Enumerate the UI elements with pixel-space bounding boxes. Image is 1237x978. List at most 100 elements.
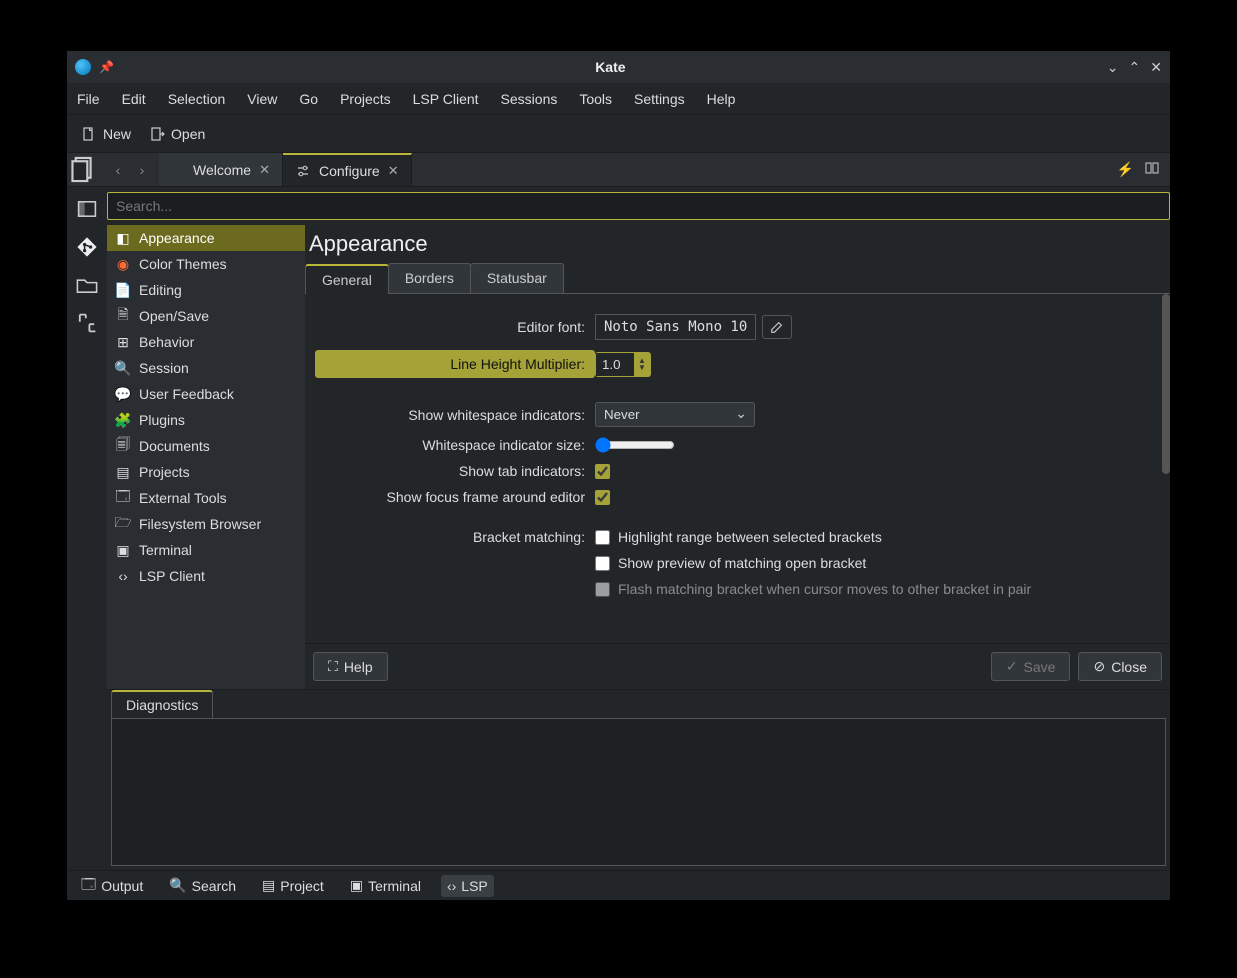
tab-configure[interactable]: Configure ✕ — [283, 153, 412, 186]
configure-tab-icon — [295, 163, 311, 179]
sb-terminal[interactable]: ▣Terminal — [344, 874, 427, 897]
sidebar-item-terminal[interactable]: ▣Terminal — [107, 537, 305, 563]
search-input[interactable] — [107, 192, 1170, 220]
nav-back-button[interactable]: ‹ — [107, 162, 129, 178]
subtab-general[interactable]: General — [305, 264, 389, 294]
bracket-highlight-checkbox[interactable] — [595, 530, 610, 545]
tab-indicators-checkbox[interactable] — [595, 464, 610, 479]
sidebar-item-color-themes[interactable]: ◉Color Themes — [107, 251, 305, 277]
sidebar-item-editing[interactable]: 📄Editing — [107, 277, 305, 303]
pin-icon[interactable]: 📌 — [99, 60, 114, 74]
bracket-preview-checkbox[interactable] — [595, 556, 610, 571]
sidebar-item-documents[interactable]: 🗐Documents — [107, 433, 305, 459]
subtab-borders[interactable]: Borders — [388, 263, 471, 293]
nav-forward-button[interactable]: › — [131, 162, 153, 178]
sidebar-item-user-feedback[interactable]: 💬User Feedback — [107, 381, 305, 407]
edit-font-button[interactable] — [762, 315, 792, 339]
menu-lsp-client[interactable]: LSP Client — [413, 91, 479, 107]
color-themes-icon: ◉ — [115, 256, 131, 272]
sidebar-item-projects[interactable]: ▤Projects — [107, 459, 305, 485]
menubar: File Edit Selection View Go Projects LSP… — [67, 83, 1170, 115]
new-file-icon — [81, 126, 97, 142]
plugins-icon: 🧩 — [115, 412, 131, 428]
left-toolbar — [67, 187, 107, 870]
sb-output[interactable]: 🗔Output — [75, 871, 149, 901]
check-icon: ✓ — [1006, 658, 1018, 675]
line-height-spinner[interactable]: ▲▼ — [595, 352, 651, 377]
app-icon — [75, 59, 91, 75]
close-tab-configure[interactable]: ✕ — [388, 163, 399, 179]
appearance-icon: ◧ — [115, 230, 131, 246]
close-tab-welcome[interactable]: ✕ — [259, 162, 270, 178]
menu-view[interactable]: View — [247, 91, 277, 107]
menu-file[interactable]: File — [77, 91, 100, 107]
menu-selection[interactable]: Selection — [168, 91, 226, 107]
toolbar: New Open — [67, 115, 1170, 153]
whitespace-size-label: Whitespace indicator size: — [315, 437, 595, 453]
split-view-icon[interactable] — [1144, 160, 1160, 179]
sidebar-item-open-save[interactable]: 🗎Open/Save — [107, 303, 305, 329]
prohibit-icon: ⊘ — [1093, 658, 1105, 675]
sb-project[interactable]: ▤Project — [256, 874, 330, 897]
sidebar-item-lsp-client[interactable]: ‹›LSP Client — [107, 563, 305, 589]
sb-search[interactable]: 🔍Search — [163, 874, 242, 897]
titlebar: 📌 Kate ⌄ ⌃ ✕ — [67, 51, 1170, 83]
editor-font-value: Noto Sans Mono 10 — [595, 314, 756, 340]
diagnostics-tab[interactable]: Diagnostics — [111, 690, 213, 718]
close-button[interactable]: ⊘ Close — [1078, 652, 1162, 681]
sidebar-item-plugins[interactable]: 🧩Plugins — [107, 407, 305, 433]
sidebar-item-filesystem-browser[interactable]: 🗁Filesystem Browser — [107, 511, 305, 537]
line-height-label: Line Height Multiplier: — [315, 350, 595, 378]
help-icon: ⛶ — [328, 658, 338, 675]
subtab-statusbar[interactable]: Statusbar — [470, 263, 564, 293]
new-button[interactable]: New — [81, 126, 131, 142]
documents-icon[interactable] — [67, 153, 101, 186]
sidebar-item-behavior[interactable]: ⊞Behavior — [107, 329, 305, 355]
menu-projects[interactable]: Projects — [340, 91, 391, 107]
bracket-opt2-label: Show preview of matching open bracket — [618, 555, 866, 571]
menu-help[interactable]: Help — [707, 91, 736, 107]
whitespace-select[interactable]: Never — [595, 402, 755, 427]
whitespace-size-slider[interactable] — [595, 437, 675, 453]
tab-welcome[interactable]: Welcome ✕ — [159, 153, 283, 186]
open-file-icon — [149, 126, 165, 142]
output-icon: 🗔 — [81, 874, 96, 898]
menu-go[interactable]: Go — [299, 91, 318, 107]
filesystem-icon: 🗁 — [115, 516, 131, 532]
menu-tools[interactable]: Tools — [579, 91, 612, 107]
rail-git-icon[interactable] — [75, 235, 99, 259]
open-button[interactable]: Open — [149, 126, 205, 142]
sidebar-item-external-tools[interactable]: 🗔External Tools — [107, 485, 305, 511]
rail-symbols-icon[interactable] — [75, 311, 99, 335]
rail-folder-icon[interactable] — [75, 273, 99, 297]
maximize-button[interactable]: ⌃ — [1129, 59, 1141, 76]
minimize-button[interactable]: ⌄ — [1107, 59, 1119, 76]
terminal-icon: ▣ — [115, 542, 131, 558]
scrollbar[interactable] — [1162, 294, 1170, 474]
diagnostics-body — [111, 718, 1166, 866]
sidebar-item-session[interactable]: 🔍Session — [107, 355, 305, 381]
focus-frame-checkbox[interactable] — [595, 490, 610, 505]
focus-frame-label: Show focus frame around editor — [315, 489, 595, 505]
save-button[interactable]: ✓ Save — [991, 652, 1071, 681]
bracket-flash-checkbox[interactable] — [595, 582, 610, 597]
lsp-status-icon: ‹› — [447, 878, 456, 894]
tabbar: ‹ › Welcome ✕ Configure ✕ ⚡ — [67, 153, 1170, 187]
quick-open-icon[interactable]: ⚡ — [1117, 161, 1134, 178]
sidebar-item-appearance[interactable]: ◧Appearance — [107, 225, 305, 251]
help-button[interactable]: ⛶ Help — [313, 652, 388, 681]
project-icon: ▤ — [262, 877, 275, 894]
config-sidebar: ◧Appearance ◉Color Themes 📄Editing 🗎Open… — [107, 225, 305, 689]
search-icon: 🔍 — [169, 877, 186, 894]
diagnostics-panel: Diagnostics — [107, 689, 1170, 870]
rail-documents-icon[interactable] — [75, 197, 99, 221]
sb-lsp[interactable]: ‹›LSP — [441, 875, 494, 897]
menu-edit[interactable]: Edit — [122, 91, 146, 107]
spinner-down[interactable]: ▼ — [634, 364, 650, 371]
close-window-button[interactable]: ✕ — [1150, 59, 1162, 76]
menu-settings[interactable]: Settings — [634, 91, 685, 107]
line-height-input[interactable] — [596, 353, 634, 376]
editor-font-label: Editor font: — [315, 319, 595, 335]
menu-sessions[interactable]: Sessions — [501, 91, 558, 107]
kate-window: 📌 Kate ⌄ ⌃ ✕ File Edit Selection View Go… — [67, 51, 1170, 900]
